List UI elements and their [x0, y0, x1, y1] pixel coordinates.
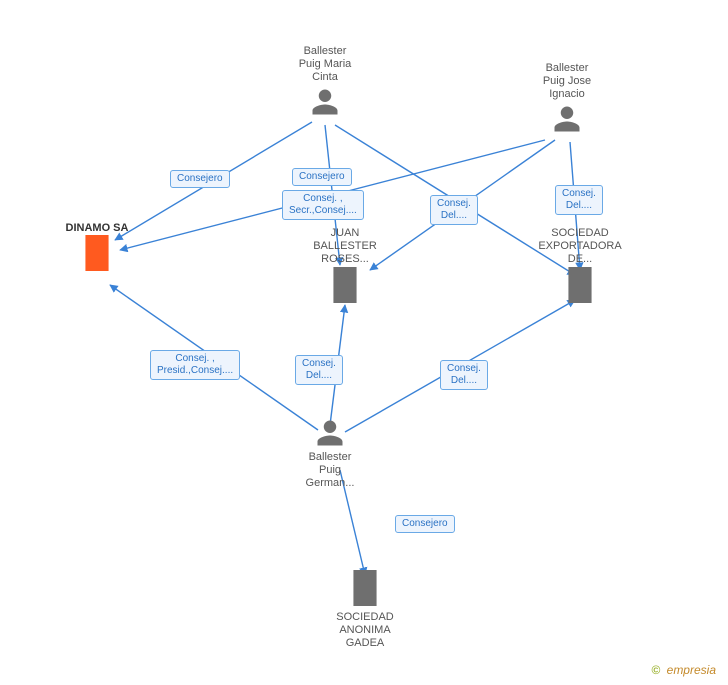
edge-label[interactable]: Consej. ,Secr.,Consej.... [282, 190, 364, 220]
node-label: BallesterPuigGerman... [285, 451, 375, 491]
node-label: SOCIEDADANONIMAGADEA [320, 611, 410, 651]
node-person-cinta[interactable]: BallesterPuig MariaCinta [280, 45, 370, 120]
node-company-dinamo[interactable]: DINAMO SA [52, 220, 142, 274]
edge-label[interactable]: Consejero [395, 515, 455, 533]
building-icon [349, 570, 381, 606]
building-icon [564, 267, 596, 303]
node-label: JUANBALLESTERROSES... [300, 227, 390, 267]
node-label: SOCIEDADEXPORTADORADE... [535, 227, 625, 267]
watermark-brand: empresia [667, 663, 716, 677]
diagram-canvas: BallesterPuig MariaCinta BallesterPuig J… [0, 0, 728, 685]
edge-label[interactable]: Consejero [170, 170, 230, 188]
node-label: DINAMO SA [52, 222, 142, 235]
copyright-symbol: © [651, 663, 660, 677]
node-company-gadea[interactable]: SOCIEDADANONIMAGADEA [320, 570, 410, 651]
node-label: BallesterPuig JoseIgnacio [522, 62, 612, 102]
person-icon [315, 418, 345, 448]
node-company-export[interactable]: SOCIEDADEXPORTADORADE... [535, 225, 625, 306]
node-person-jose[interactable]: BallesterPuig JoseIgnacio [522, 62, 612, 137]
edge-label[interactable]: Consejero [292, 168, 352, 186]
edge-label[interactable]: Consej. ,Presid.,Consej.... [150, 350, 240, 380]
node-label: BallesterPuig MariaCinta [280, 45, 370, 85]
person-icon [310, 87, 340, 117]
building-icon [81, 235, 113, 271]
node-person-german[interactable]: BallesterPuigGerman... [285, 418, 375, 493]
person-icon [552, 104, 582, 134]
watermark: © empresia [651, 663, 716, 677]
edge-label[interactable]: Consej.Del.... [440, 360, 488, 390]
edge-label[interactable]: Consej.Del.... [295, 355, 343, 385]
edge-label[interactable]: Consej.Del.... [430, 195, 478, 225]
node-company-juan[interactable]: JUANBALLESTERROSES... [300, 225, 390, 306]
building-icon [329, 267, 361, 303]
edge-label[interactable]: Consej.Del.... [555, 185, 603, 215]
